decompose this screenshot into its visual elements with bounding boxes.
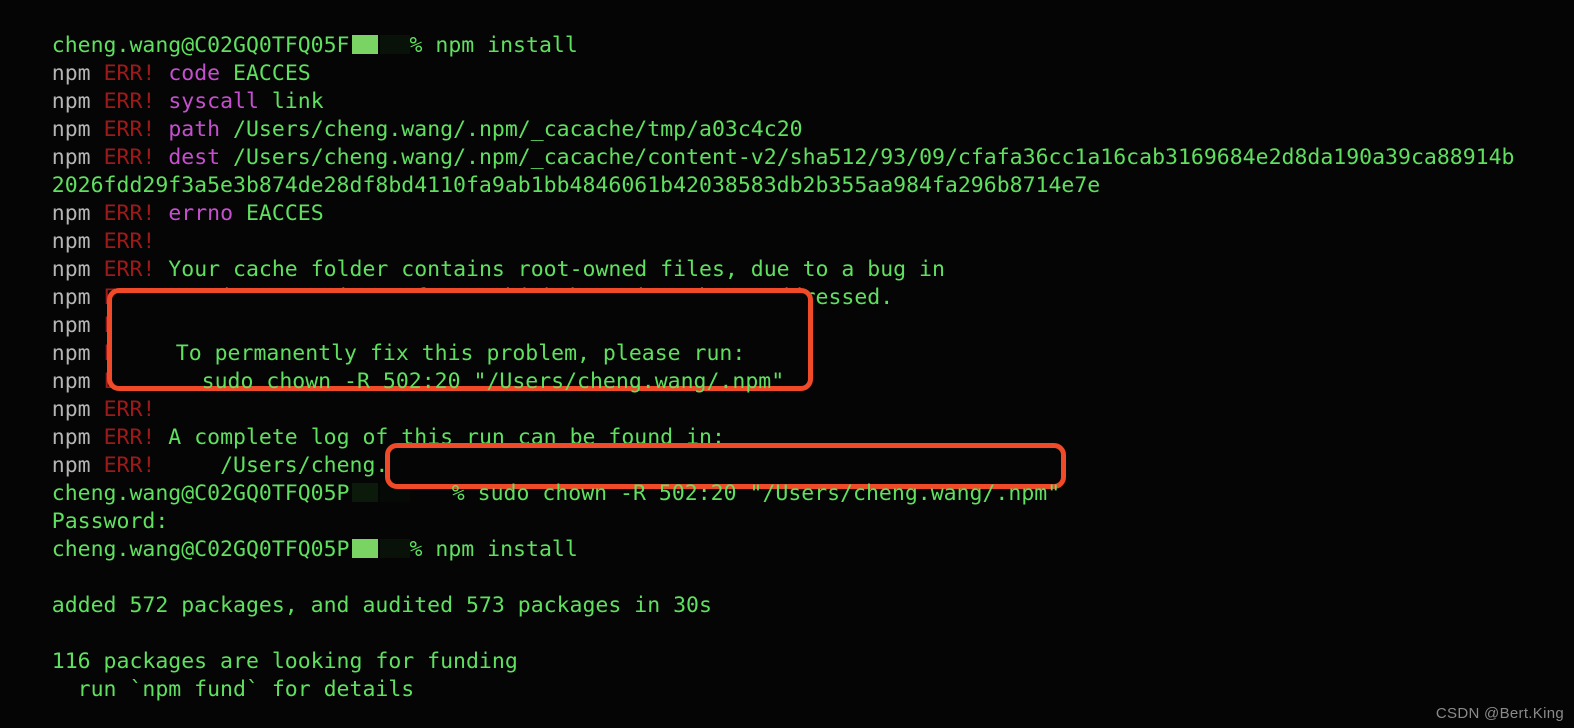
- redacted-directory-block: [351, 538, 378, 558]
- terminal-line-funding-1: 116 packages are looking for funding: [0, 620, 518, 674]
- sudo-command-text: % sudo chown -R 502:20 "/Users/cheng.wan…: [451, 481, 1061, 506]
- terminal-line-dest-wrap: 2026fdd29f3a5e3b874de28df8bd4110fa9ab1bb…: [0, 144, 1100, 198]
- command-npm-install-2: npm install: [422, 537, 578, 562]
- terminal-line-vulnerabilities: found 0 vulnerabilities: [0, 704, 350, 728]
- terminal-line-err-blank-2: npm ERR!: [0, 284, 156, 338]
- terminal-line-added: added 572 packages, and audited 573 pack…: [0, 564, 712, 618]
- terminal-line-errno: npm ERR! errno EACCES: [0, 172, 324, 226]
- terminal-line-prompt-2: cheng.wang@C02GQ0TFQ05P: [0, 452, 410, 506]
- terminal-line-err-blank-1: npm ERR!: [0, 200, 156, 254]
- annotated-sudo-line: % sudo chown -R 502:20 "/Users/cheng.wan…: [400, 452, 1060, 506]
- cache-message-line-2: previous versions of npm which has since…: [155, 285, 894, 310]
- terminal-line-funding-2: run `npm fund` for details: [0, 648, 415, 702]
- terminal-line-path: npm ERR! path /Users/cheng.wang/.npm/_ca…: [0, 88, 803, 142]
- terminal-window[interactable]: cheng.wang@C02GQ0TFQ05F% npm install npm…: [0, 0, 1574, 728]
- redacted-directory-block: [351, 34, 378, 54]
- terminal-line-prompt-1: cheng.wang@C02GQ0TFQ05F% npm install: [0, 4, 578, 58]
- terminal-line-log-1: npm ERR! A complete log of this run can …: [0, 396, 725, 450]
- prompt-symbol: %: [409, 33, 423, 58]
- command-npm-install: npm install: [422, 33, 578, 58]
- terminal-line-cache-2: npm ERR! previous versions of npm which …: [0, 256, 893, 310]
- shell-prompt: cheng.wang@C02GQ0TFQ05P: [51, 537, 350, 562]
- fix-command-text: sudo chown -R 502:20 "/Users/cheng.wang/…: [175, 369, 785, 394]
- terminal-line-dest: npm ERR! dest /Users/cheng.wang/.npm/_ca…: [0, 116, 1515, 170]
- annotated-fix-line-1: To permanently fix this problem, please …: [124, 312, 746, 366]
- errno-key: errno: [168, 201, 234, 226]
- errno-value: EACCES: [233, 201, 324, 226]
- terminal-line-code: npm ERR! code EACCES: [0, 32, 311, 86]
- terminal-line-syscall: npm ERR! syscall link: [0, 60, 324, 114]
- redacted-directory-tail: [379, 538, 410, 558]
- watermark: CSDN @Bert.King: [1435, 705, 1564, 722]
- terminal-line-password: Password:: [0, 480, 169, 534]
- added-packages-summary: added 572 packages, and audited 573 pack…: [51, 593, 712, 618]
- terminal-line-prompt-3: cheng.wang@C02GQ0TFQ05P% npm install: [0, 508, 578, 562]
- funding-hint: run `npm fund` for details: [51, 677, 415, 702]
- redacted-directory-block: [351, 482, 378, 502]
- terminal-line-log-2: npm ERR! /Users/cheng.wang/.npm/_logs/20…: [0, 424, 1062, 478]
- terminal-line-cache-1: npm ERR! Your cache folder contains root…: [0, 228, 945, 282]
- prompt-symbol: %: [409, 537, 423, 562]
- redacted-directory-tail: [379, 34, 410, 54]
- annotated-fix-line-2: sudo chown -R 502:20 "/Users/cheng.wang/…: [124, 340, 785, 394]
